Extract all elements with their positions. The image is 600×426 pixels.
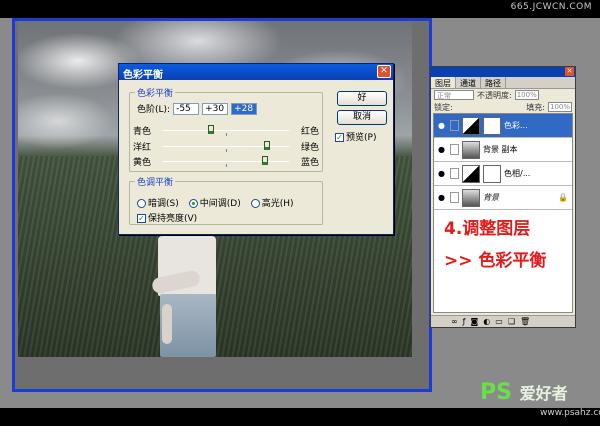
- link-box[interactable]: [450, 144, 459, 155]
- levels-row: 色阶(L): -55 +30 +28: [137, 102, 258, 115]
- dialog-title: 色彩平衡: [123, 70, 163, 81]
- color-balance-dialog: 色彩平衡 ✕ 色彩平衡 色阶(L): -55 +30 +28 青色 红色 洋红 …: [118, 63, 394, 235]
- slider-right-label: 绿色: [300, 143, 319, 153]
- link-box[interactable]: [450, 168, 459, 179]
- dialog-titlebar[interactable]: 色彩平衡 ✕: [119, 64, 393, 81]
- tab-channels[interactable]: 通道: [456, 77, 481, 88]
- blend-opacity-row: 正常 不透明度: 100%: [431, 89, 575, 101]
- slider-thumb[interactable]: [264, 141, 270, 150]
- layer-mask-thumbnail: [483, 116, 501, 135]
- new-group-icon[interactable]: ▭: [495, 317, 503, 326]
- check-icon: ✓: [137, 214, 146, 223]
- level-magenta-green-input[interactable]: +30: [202, 102, 229, 115]
- watermark-top: 665.JCWCN.COM: [510, 2, 592, 12]
- layer-thumbnail: [462, 188, 480, 207]
- radio-icon: [137, 199, 146, 208]
- eye-icon[interactable]: ●: [436, 144, 447, 155]
- slider-right-label: 蓝色: [300, 158, 319, 168]
- new-adjustment-icon[interactable]: ◐: [483, 317, 490, 326]
- color-balance-group-label: 色彩平衡: [135, 86, 176, 99]
- layers-tabs: 图层 通道 路径: [431, 77, 575, 89]
- slider-thumb[interactable]: [262, 156, 268, 165]
- layer-style-icon[interactable]: ƒ: [463, 317, 466, 326]
- preview-checkbox[interactable]: ✓ 预览(P): [335, 130, 376, 143]
- opacity-input[interactable]: 100%: [514, 90, 539, 100]
- layer-name: 背景 副本: [483, 145, 518, 154]
- layer-row[interactable]: ● 色相/...: [434, 162, 572, 186]
- lock-fill-row: 锁定: 填充: 100%: [431, 101, 575, 113]
- eye-icon[interactable]: ●: [436, 192, 447, 203]
- tone-radio-row: 暗调(S) 中间调(D) 高光(H): [137, 196, 294, 209]
- layer-thumbnail: [462, 140, 480, 159]
- layers-bottom-toolbar: ∞ ƒ ◙ ◐ ▭ ❏ 🗑: [431, 315, 575, 327]
- layer-mask-thumbnail: [483, 164, 501, 183]
- eye-icon[interactable]: ●: [436, 120, 447, 131]
- level-yellow-blue-input[interactable]: +28: [231, 102, 258, 115]
- cyan-red-slider[interactable]: 青色 红色: [133, 124, 319, 137]
- annotation-step-title: 4.调整图层: [444, 219, 531, 239]
- tab-layers[interactable]: 图层: [431, 77, 456, 88]
- close-icon[interactable]: ✕: [565, 67, 574, 76]
- slider-left-label: 黄色: [133, 158, 152, 168]
- slider-right-label: 红色: [300, 127, 319, 137]
- delete-layer-icon[interactable]: 🗑: [520, 317, 530, 326]
- opacity-label: 不透明度:: [477, 90, 512, 100]
- link-layers-icon[interactable]: ∞: [451, 317, 458, 326]
- link-box[interactable]: [450, 192, 459, 203]
- blend-mode-select[interactable]: 正常: [434, 90, 474, 100]
- layer-name: 色相/...: [504, 169, 531, 178]
- preserve-luminosity-checkbox[interactable]: ✓ 保持亮度(V): [137, 211, 197, 224]
- radio-icon: [188, 199, 198, 208]
- levels-label: 色阶(L):: [137, 105, 171, 115]
- lock-label: 锁定:: [434, 102, 453, 112]
- layer-thumbnail: [462, 164, 480, 183]
- layers-panel-titlebar[interactable]: ✕: [431, 67, 575, 77]
- layer-name: 色彩...: [504, 121, 528, 130]
- brand-logo-text: 爱好者: [519, 384, 568, 403]
- check-icon: ✓: [335, 133, 344, 142]
- slider-left-label: 洋红: [133, 143, 152, 153]
- radio-shadows[interactable]: 暗调(S): [137, 196, 179, 209]
- magenta-green-slider[interactable]: 洋红 绿色: [133, 140, 319, 153]
- layer-row[interactable]: ● 背景 副本: [434, 138, 572, 162]
- cancel-button[interactable]: 取消: [337, 110, 387, 125]
- layer-row[interactable]: ● 背景 🔒: [434, 186, 572, 210]
- tone-balance-group-label: 色调平衡: [135, 175, 176, 188]
- layer-thumbnail: [462, 116, 480, 135]
- add-mask-icon[interactable]: ◙: [471, 317, 479, 326]
- slider-thumb[interactable]: [208, 125, 214, 134]
- eye-icon[interactable]: ●: [436, 168, 447, 179]
- close-button[interactable]: ✕: [377, 65, 391, 78]
- tab-paths[interactable]: 路径: [481, 77, 506, 88]
- brand-url: www.psahz.com: [540, 408, 600, 418]
- radio-midtones[interactable]: 中间调(D): [188, 196, 241, 209]
- annotation-step-detail: >> 色彩平衡: [444, 251, 547, 271]
- radio-icon: [250, 199, 260, 208]
- ok-button[interactable]: 好: [337, 91, 387, 106]
- brand-logo: PS 爱好者: [480, 380, 568, 405]
- radio-highlights[interactable]: 高光(H): [250, 196, 294, 209]
- layer-name: 背景: [483, 193, 499, 202]
- link-box[interactable]: [450, 120, 459, 131]
- slider-left-label: 青色: [133, 127, 152, 137]
- lock-icon: 🔒: [558, 193, 568, 202]
- step-annotation: 4.调整图层 >> 色彩平衡: [432, 210, 568, 294]
- fill-label: 填充:: [526, 102, 545, 112]
- layer-row[interactable]: ● 色彩...: [434, 114, 572, 138]
- brand-logo-ps: PS: [480, 380, 512, 405]
- new-layer-icon[interactable]: ❏: [508, 317, 515, 326]
- fill-input[interactable]: 100%: [548, 102, 572, 112]
- yellow-blue-slider[interactable]: 黄色 蓝色: [133, 155, 319, 168]
- woman-figure: [146, 236, 228, 357]
- level-cyan-red-input[interactable]: -55: [173, 102, 200, 115]
